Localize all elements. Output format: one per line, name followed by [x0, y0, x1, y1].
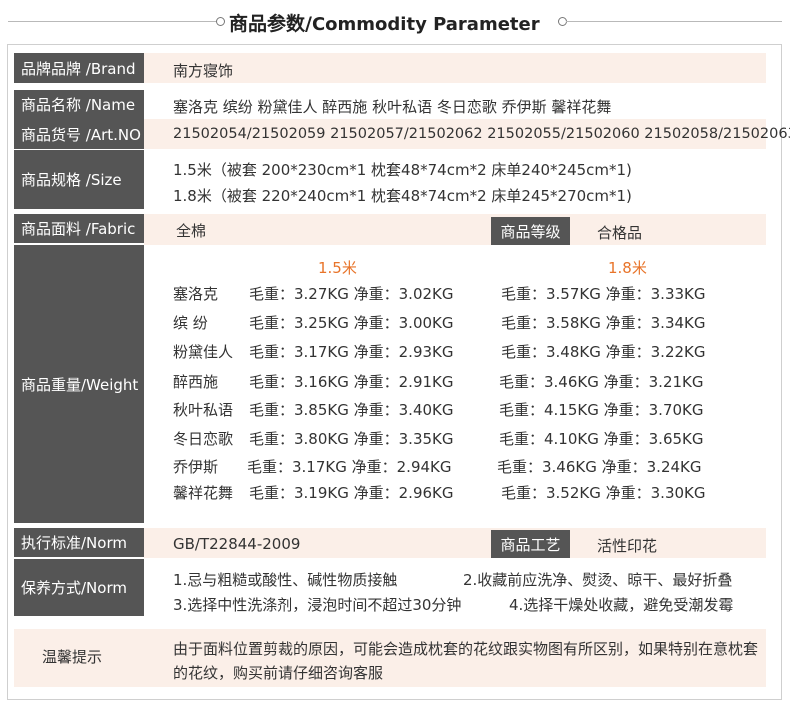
weight-row-name: 缤 纷: [173, 314, 208, 332]
care-item-4: 4.选择干燥处收藏，避免受潮发霉: [509, 596, 734, 614]
tip-label: 温馨提示: [42, 648, 103, 666]
weight-row-name: 秋叶私语: [173, 401, 234, 419]
grade-label: 商品等级: [491, 217, 570, 245]
weight-row-18: 毛重：4.10KG 净重：3.65KG: [499, 430, 704, 448]
weight-row-15: 毛重：3.27KG 净重：3.02KG: [249, 285, 454, 303]
brand-label: 品牌品牌 /Brand: [14, 53, 144, 83]
grade-value: 合格品: [597, 224, 643, 242]
craft-label: 商品工艺: [491, 530, 570, 558]
artno-value: 21502054/21502059 21502057/21502062 2150…: [173, 126, 790, 142]
size-line-1: 1.5米（被套 200*230cm*1 枕套48*74cm*2 床单240*24…: [173, 161, 632, 179]
weight-row-name: 塞洛克: [173, 285, 219, 303]
weight-row-18: 毛重：3.46KG 净重：3.24KG: [497, 458, 702, 476]
weight-row-15: 毛重：3.17KG 净重：2.93KG: [249, 343, 454, 361]
fabric-value-bg: [144, 214, 766, 245]
weight-col-1-title: 1.5米: [318, 259, 357, 277]
weight-row-15: 毛重：3.17KG 净重：2.94KG: [247, 458, 452, 476]
size-label: 商品规格 /Size: [14, 150, 144, 209]
craft-value: 活性印花: [597, 537, 658, 555]
norm-label: 执行标准/Norm: [14, 528, 144, 557]
brand-value-bg: [144, 53, 766, 83]
circle-icon: [216, 17, 225, 26]
name-label: 商品名称 /Name: [14, 90, 144, 119]
section-header: 商品参数/Commodity Parameter: [0, 0, 790, 44]
artno-label: 商品货号 /Art.NO: [14, 119, 144, 149]
header-divider-right: [566, 21, 782, 22]
weight-row-name: 醉西施: [173, 373, 219, 391]
weight-row-18: 毛重：3.52KG 净重：3.30KG: [501, 484, 706, 502]
weight-row-15: 毛重：3.16KG 净重：2.91KG: [249, 373, 454, 391]
header-divider-left: [8, 21, 218, 22]
weight-row-name: 冬日恋歌: [173, 430, 234, 448]
size-line-2: 1.8米（被套 220*240cm*1 枕套48*74cm*2 床单245*27…: [173, 187, 632, 205]
care-item-2: 2.收藏前应洗净、熨烫、晾干、最好折叠: [463, 571, 733, 589]
weight-col-2-title: 1.8米: [608, 259, 647, 277]
weight-row-18: 毛重：3.46KG 净重：3.21KG: [499, 373, 704, 391]
weight-row-15: 毛重：3.85KG 净重：3.40KG: [249, 401, 454, 419]
norm-value: GB/T22844-2009: [173, 535, 301, 553]
weight-row-18: 毛重：3.57KG 净重：3.33KG: [501, 285, 706, 303]
weight-row-name: 馨祥花舞: [173, 484, 234, 502]
weight-row-15: 毛重：3.19KG 净重：2.96KG: [249, 484, 454, 502]
name-value: 塞洛克 缤纷 粉黛佳人 醉西施 秋叶私语 冬日恋歌 乔伊斯 馨祥花舞: [173, 98, 612, 116]
brand-value: 南方寝饰: [173, 62, 234, 80]
care-item-3: 3.选择中性洗涤剂，浸泡时间不超过30分钟: [173, 596, 462, 614]
care-label: 保养方式/Norm: [14, 559, 144, 616]
weight-row-18: 毛重：4.15KG 净重：3.70KG: [499, 401, 704, 419]
weight-row-18: 毛重：3.48KG 净重：3.22KG: [501, 343, 706, 361]
weight-row-18: 毛重：3.58KG 净重：3.34KG: [501, 314, 706, 332]
weight-row-15: 毛重：3.25KG 净重：3.00KG: [249, 314, 454, 332]
page-title: 商品参数/Commodity Parameter: [229, 13, 540, 35]
fabric-label: 商品面料 /Fabric: [14, 214, 144, 243]
care-item-1: 1.忌与粗糙或酸性、碱性物质接触: [173, 571, 398, 589]
fabric-value: 全棉: [176, 222, 207, 240]
tip-text: 由于面料位置剪裁的原因，可能会造成枕套的花纹跟实物图有所区别，如果特别在意枕套的…: [173, 640, 759, 682]
weight-row-name: 粉黛佳人: [173, 343, 234, 361]
weight-row-15: 毛重：3.80KG 净重：3.35KG: [249, 430, 454, 448]
weight-row-name: 乔伊斯: [173, 458, 219, 476]
weight-label: 商品重量/Weight: [14, 245, 144, 523]
